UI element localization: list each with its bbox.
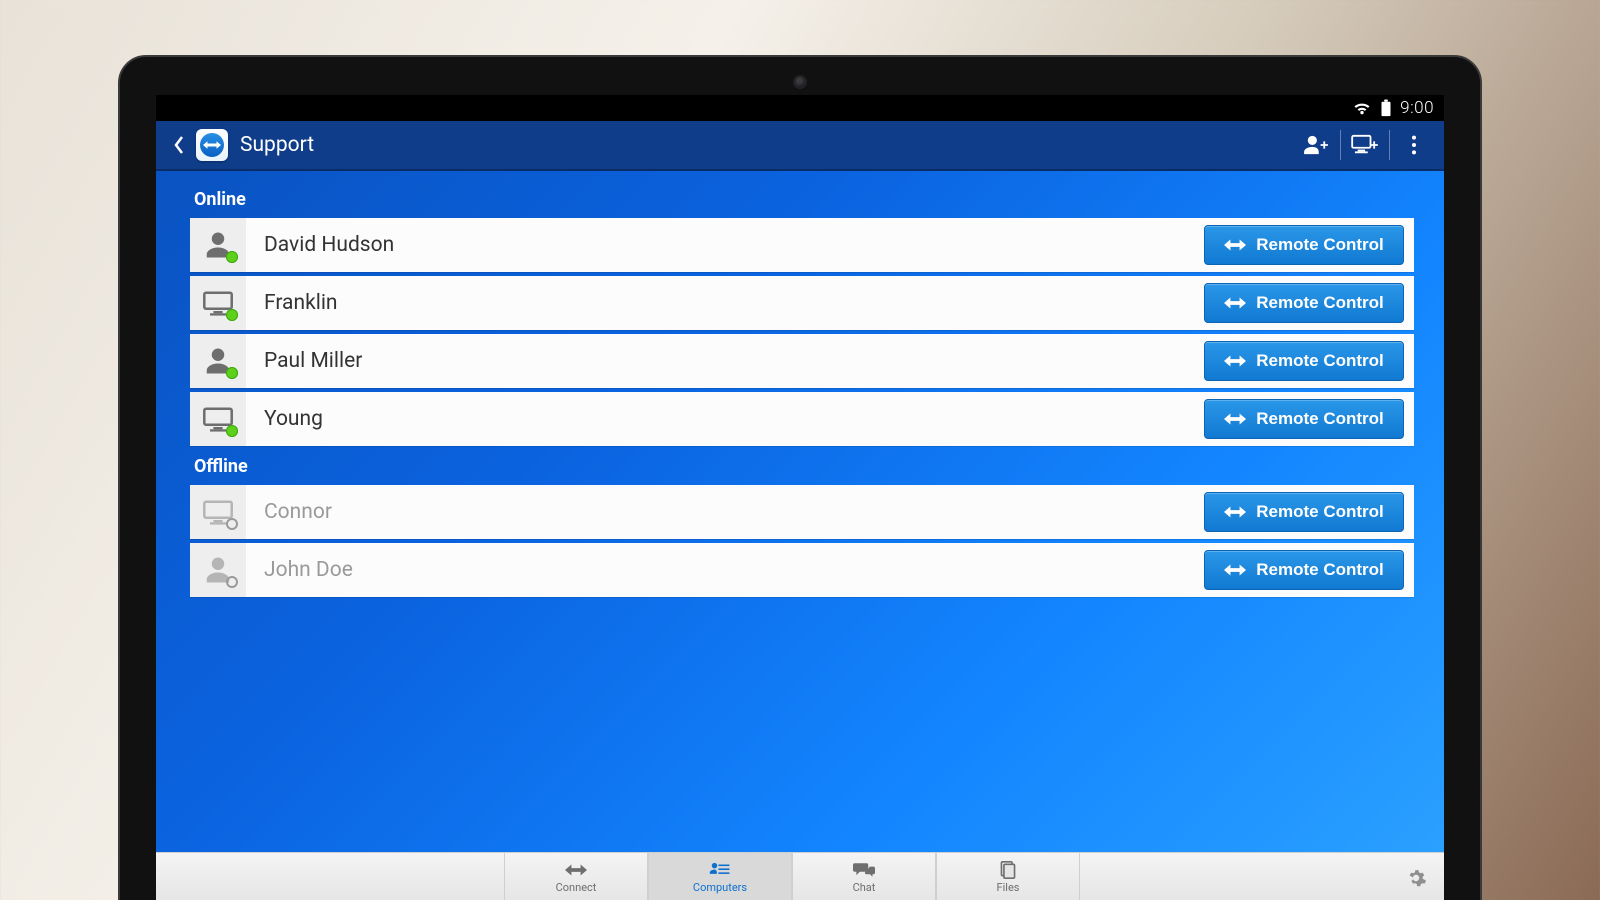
status-dot-offline <box>226 518 238 530</box>
add-computer-button[interactable] <box>1341 121 1389 169</box>
contact-name: Young <box>246 392 1198 446</box>
remote-control-button[interactable]: Remote Control <box>1204 399 1404 439</box>
overflow-menu-button[interactable] <box>1390 121 1438 169</box>
computer-icon <box>190 485 246 539</box>
tab-computers[interactable]: Computers <box>648 853 792 900</box>
person-icon <box>190 218 246 272</box>
remote-control-button[interactable]: Remote Control <box>1204 341 1404 381</box>
remote-control-button[interactable]: Remote Control <box>1204 225 1404 265</box>
back-button[interactable] <box>162 121 196 169</box>
section-label-online: Online <box>194 189 1414 210</box>
computer-icon <box>190 392 246 446</box>
contact-name: John Doe <box>246 543 1198 597</box>
tablet-frame: 9:00 Support <box>118 55 1482 900</box>
contact-name: Paul Miller <box>246 334 1198 388</box>
remote-control-label: Remote Control <box>1256 351 1384 371</box>
contact-name: Connor <box>246 485 1198 539</box>
contact-row[interactable]: John Doe Remote Control <box>190 543 1414 597</box>
add-contact-button[interactable] <box>1292 121 1340 169</box>
computer-icon <box>190 276 246 330</box>
page-title: Support <box>240 133 314 157</box>
tab-files[interactable]: Files <box>936 853 1080 900</box>
remote-control-button[interactable]: Remote Control <box>1204 550 1404 590</box>
status-dot-online <box>226 367 238 379</box>
person-icon <box>190 334 246 388</box>
contact-row[interactable]: Franklin Remote Control <box>190 276 1414 330</box>
contact-name: David Hudson <box>246 218 1198 272</box>
offline-list: Connor Remote Control John Doe <box>190 485 1414 597</box>
app-logo <box>196 129 228 161</box>
remote-control-label: Remote Control <box>1256 409 1384 429</box>
remote-control-label: Remote Control <box>1256 235 1384 255</box>
settings-button[interactable] <box>1404 866 1428 890</box>
screen: 9:00 Support <box>156 95 1444 900</box>
tab-chat[interactable]: Chat <box>792 853 936 900</box>
person-icon <box>190 543 246 597</box>
contact-row[interactable]: Young Remote Control <box>190 392 1414 446</box>
contact-row[interactable]: Paul Miller Remote Control <box>190 334 1414 388</box>
status-dot-online <box>226 251 238 263</box>
contact-row[interactable]: David Hudson Remote Control <box>190 218 1414 272</box>
battery-icon <box>1380 99 1392 117</box>
bottom-tabbar: Connect Computers Chat Files <box>156 852 1444 900</box>
remote-control-button[interactable]: Remote Control <box>1204 492 1404 532</box>
camera-dot <box>793 75 807 89</box>
tab-label: Connect <box>556 881 597 894</box>
section-label-offline: Offline <box>194 456 1414 477</box>
tab-label: Chat <box>853 881 876 894</box>
wifi-icon <box>1352 100 1372 116</box>
remote-control-label: Remote Control <box>1256 502 1384 522</box>
tab-connect[interactable]: Connect <box>504 853 648 900</box>
tab-label: Files <box>997 881 1020 894</box>
status-dot-online <box>226 425 238 437</box>
app-header: Support <box>156 121 1444 171</box>
contact-row[interactable]: Connor Remote Control <box>190 485 1414 539</box>
status-dot-offline <box>226 576 238 588</box>
remote-control-label: Remote Control <box>1256 560 1384 580</box>
status-bar: 9:00 <box>156 95 1444 121</box>
contacts-pane: Online David Hudson Remote Control <box>156 171 1444 852</box>
remote-control-button[interactable]: Remote Control <box>1204 283 1404 323</box>
online-list: David Hudson Remote Control Franklin <box>190 218 1414 446</box>
status-dot-online <box>226 309 238 321</box>
status-time: 9:00 <box>1400 98 1434 118</box>
remote-control-label: Remote Control <box>1256 293 1384 313</box>
contact-name: Franklin <box>246 276 1198 330</box>
tab-label: Computers <box>693 881 747 894</box>
